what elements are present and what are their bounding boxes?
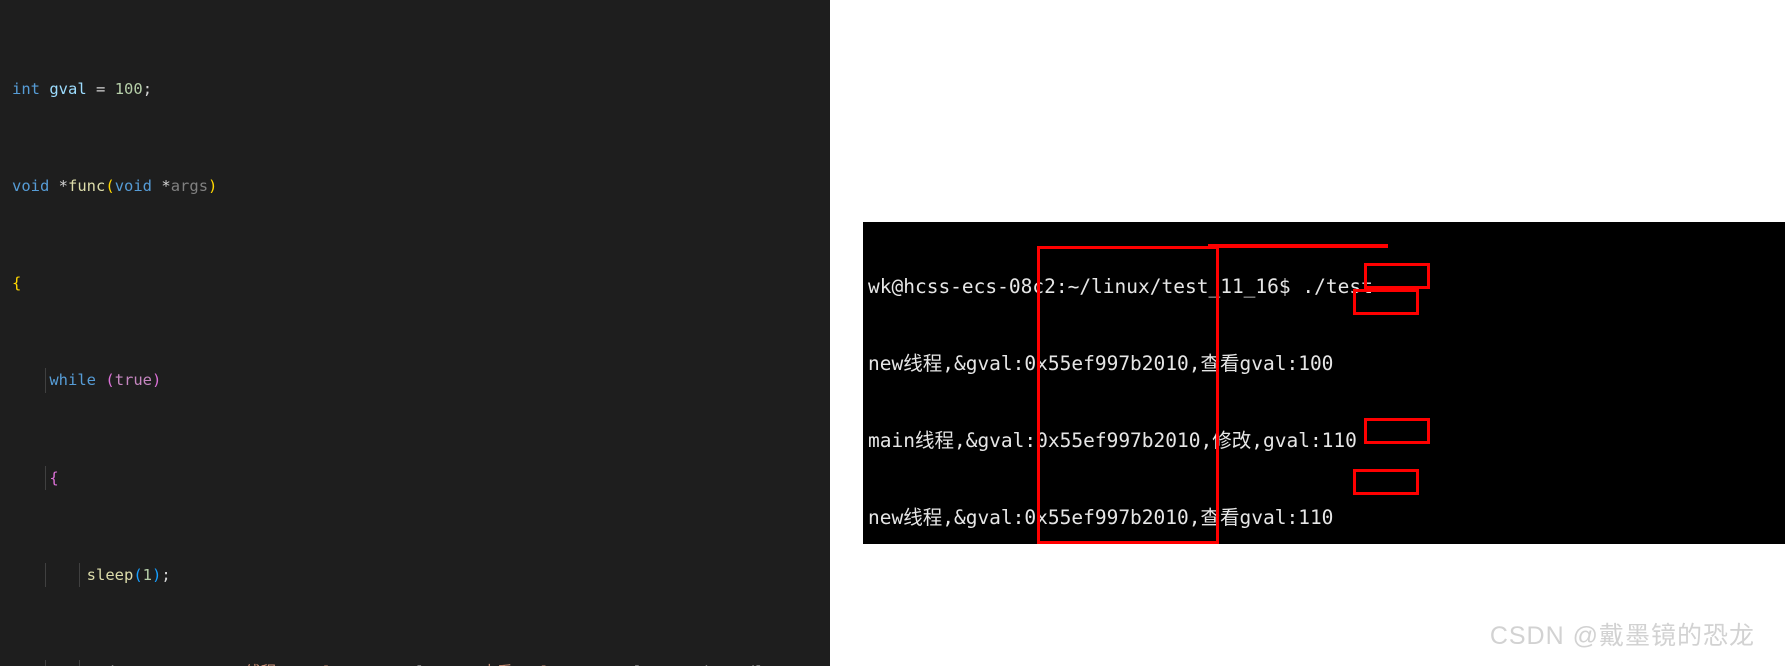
terminal-prompt-line: wk@hcss-ecs-08c2:~/linux/test_11_16$ ./t… <box>868 275 1373 299</box>
csdn-watermark: CSDN @戴墨镜的恐龙 <box>1489 622 1755 650</box>
terminal-line: new线程,&gval:0x55ef997b2010,查看gval:100 <box>868 351 1334 375</box>
gval-130-modified-box <box>1364 418 1430 444</box>
code-line: sleep(1); <box>0 562 830 588</box>
code-content[interactable]: int gval = 100; void *func(void *args) {… <box>0 4 830 666</box>
terminal-line: new线程,&gval:0x55ef997b2010,查看gval:110 <box>868 505 1334 529</box>
terminal-line: main线程,&gval:0x55ef997b2010,修改,gval:110 <box>868 428 1357 452</box>
code-line: std::cout << "new线程,&gval:"<< &gval << "… <box>0 660 830 666</box>
terminal-screenshot-panel: wk@hcss-ecs-08c2:~/linux/test_11_16$ ./t… <box>830 0 1785 666</box>
code-line: while (true) <box>0 368 830 394</box>
gval-110-modified-box <box>1364 263 1430 289</box>
code-line: { <box>0 465 830 491</box>
code-line: void *func(void *args) <box>12 177 218 196</box>
code-editor-panel[interactable]: int gval = 100; void *func(void *args) {… <box>0 0 830 666</box>
terminal-window[interactable]: wk@hcss-ecs-08c2:~/linux/test_11_16$ ./t… <box>863 222 1785 544</box>
code-line: { <box>12 274 22 293</box>
terminal-output: wk@hcss-ecs-08c2:~/linux/test_11_16$ ./t… <box>868 223 1373 544</box>
code-line: int gval = 100; <box>12 79 153 98</box>
